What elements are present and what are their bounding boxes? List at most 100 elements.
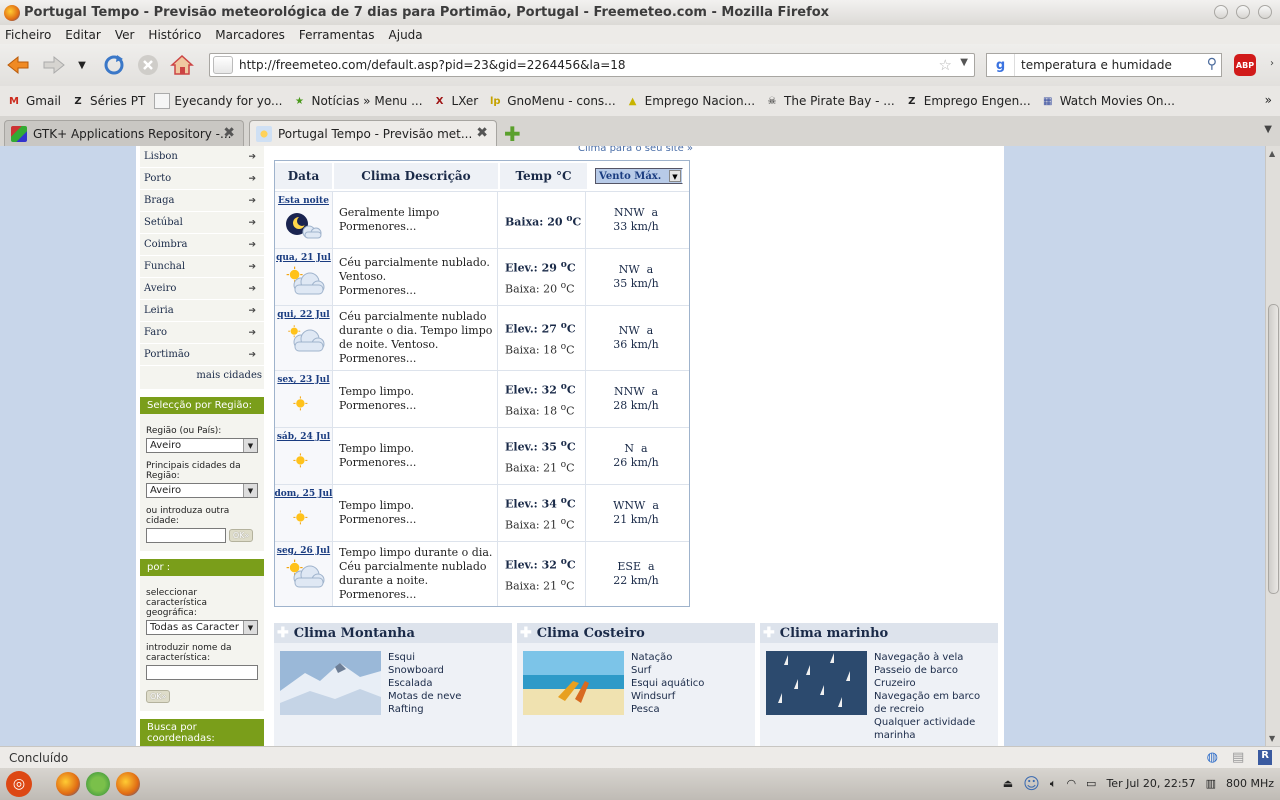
forecast-day-link[interactable]: dom, 25 Jul (275, 489, 333, 499)
activity-link[interactable]: Natação (631, 651, 704, 664)
activity-link[interactable]: Rafting (388, 703, 461, 716)
activity-link[interactable]: de recreio (874, 703, 980, 716)
url-dropdown-icon[interactable]: ▼ (960, 57, 968, 68)
expand-icon[interactable]: ✚ (763, 625, 775, 641)
more-cities-link[interactable]: mais cidades (140, 366, 264, 389)
box-title[interactable]: Clima Montanha (294, 626, 415, 641)
menu-ferramentas[interactable]: Ferramentas (299, 28, 375, 42)
city-link[interactable]: Lisbon ➔ (140, 146, 264, 168)
menu-ver[interactable]: Ver (115, 28, 135, 42)
battery-icon[interactable]: ▭ (1086, 777, 1096, 790)
url-text[interactable]: http://freemeteo.com/default.asp?pid=23&… (239, 58, 626, 72)
search-icon[interactable]: ⚲ (1207, 56, 1217, 72)
forecast-day-link[interactable]: seg, 26 Jul (277, 546, 330, 556)
firefox-window-icon[interactable] (116, 772, 140, 796)
city-link[interactable]: Faro ➔ (140, 322, 264, 344)
close-tab-icon[interactable]: ✖ (223, 125, 235, 141)
menu-historico[interactable]: Histórico (148, 28, 201, 42)
details-link[interactable]: Pormenores... (339, 284, 497, 298)
firefox-launcher-icon[interactable] (56, 772, 80, 796)
feature-name-input[interactable] (146, 665, 258, 680)
city-link[interactable]: Leiria ➔ (140, 300, 264, 322)
city-link[interactable]: Portimão ➔ (140, 344, 264, 366)
details-link[interactable]: Pormenores... (339, 399, 497, 413)
bookmark-item[interactable]: Z Emprego Engen... (904, 93, 1031, 109)
maximize-button[interactable] (1236, 5, 1250, 19)
scrollbar-thumb[interactable] (1268, 304, 1279, 594)
bookmark-item[interactable]: M Gmail (6, 93, 61, 109)
tab-gtk-repository[interactable]: GTK+ Applications Repository -... ✖ (4, 120, 244, 146)
forecast-day-link[interactable]: sex, 23 Jul (277, 375, 329, 385)
adblock-icon[interactable]: ABP (1234, 54, 1256, 76)
bookmark-item[interactable]: ▦ Watch Movies On... (1040, 93, 1175, 109)
messenger-icon[interactable] (86, 772, 110, 796)
other-city-ok-button[interactable]: OK» (228, 529, 254, 542)
vertical-scrollbar[interactable]: ▲ ▼ (1265, 146, 1280, 746)
region-select[interactable]: Aveiro ▼ (146, 438, 258, 453)
wind-select[interactable]: Vento Máx. ▼ (595, 168, 683, 184)
eject-icon[interactable]: ⏏ (1003, 777, 1013, 790)
search-box[interactable]: g temperatura e humidade ⚲ (986, 53, 1222, 77)
search-input[interactable]: temperatura e humidade (1021, 58, 1172, 72)
menu-ajuda[interactable]: Ajuda (389, 28, 423, 42)
back-button[interactable] (4, 51, 32, 79)
stop-button[interactable] (134, 51, 162, 79)
bookmark-item[interactable]: ★ Notícias » Menu ... (291, 93, 423, 109)
region-cities-select[interactable]: Aveiro ▼ (146, 483, 258, 498)
bookmark-item[interactable]: Z Séries PT (70, 93, 145, 109)
activity-link[interactable]: Snowboard (388, 664, 461, 677)
box-title[interactable]: Clima Costeiro (537, 626, 645, 641)
bookmarks-overflow-icon[interactable]: » (1265, 93, 1272, 107)
new-tab-icon[interactable]: ✚ (504, 122, 521, 146)
close-tab-icon[interactable]: ✖ (476, 125, 488, 141)
activity-link[interactable]: Esqui (388, 651, 461, 664)
details-link[interactable]: Pormenores... (339, 456, 497, 470)
weather-for-site-link[interactable]: Clima para o seu site » (578, 146, 693, 154)
city-link[interactable]: Setúbal ➔ (140, 212, 264, 234)
activity-link[interactable]: Surf (631, 664, 704, 677)
activity-link[interactable]: Passeio de barco (874, 664, 980, 677)
forecast-day-link[interactable]: qui, 22 Jul (277, 310, 329, 320)
bookmark-item[interactable]: ▲ Emprego Nacion... (625, 93, 755, 109)
url-bar[interactable]: http://freemeteo.com/default.asp?pid=23&… (209, 53, 975, 77)
mountain-photo[interactable] (280, 651, 381, 715)
ubuntu-menu-icon[interactable]: ◎ (6, 771, 32, 797)
user-status-icon[interactable]: ☺ (1023, 774, 1040, 793)
tab-list-icon[interactable]: ▼ (1264, 124, 1272, 135)
network-icon[interactable]: ◠ (1066, 777, 1076, 790)
details-link[interactable]: Pormenores... (339, 513, 497, 527)
other-city-input[interactable] (146, 528, 226, 543)
scroll-down-icon[interactable]: ▼ (1269, 734, 1275, 743)
volume-icon[interactable]: 🔈︎ (1050, 777, 1057, 791)
menu-editar[interactable]: Editar (65, 28, 101, 42)
details-link[interactable]: Pormenores... (339, 220, 497, 234)
cpu-frequency[interactable]: 800 MHz (1226, 777, 1274, 790)
activity-link[interactable]: Cruzeiro (874, 677, 980, 690)
notes-icon[interactable]: ▤ (1232, 750, 1244, 765)
tab-portugal-tempo[interactable]: Portugal Tempo - Previsão met... ✖ (249, 120, 497, 146)
activity-link[interactable]: Esqui aquático (631, 677, 704, 690)
history-dropdown[interactable]: ▼ (68, 51, 96, 79)
city-link[interactable]: Aveiro ➔ (140, 278, 264, 300)
activity-link[interactable]: Motas de neve (388, 690, 461, 703)
home-button[interactable] (168, 51, 196, 79)
feature-select[interactable]: Todas as Caracter ▼ (146, 620, 258, 635)
activity-link[interactable]: Qualquer actividade (874, 716, 980, 729)
bookmark-item[interactable]: ☠ The Pirate Bay - ... (764, 93, 895, 109)
forecast-day-link[interactable]: qua, 21 Jul (276, 253, 331, 263)
activity-link[interactable]: marinha (874, 729, 980, 742)
activity-link[interactable]: Navegação em barco (874, 690, 980, 703)
r-extension-icon[interactable]: R (1258, 750, 1272, 765)
beach-photo[interactable] (523, 651, 624, 715)
scroll-up-icon[interactable]: ▲ (1269, 149, 1275, 158)
activity-link[interactable]: Pesca (631, 703, 704, 716)
feature-ok-button[interactable]: OK» (146, 690, 171, 703)
details-link[interactable]: Pormenores... (339, 352, 497, 366)
toolbar-overflow-icon[interactable]: › (1270, 58, 1274, 69)
activity-link[interactable]: Escalada (388, 677, 461, 690)
box-title[interactable]: Clima marinho (780, 626, 888, 641)
site-identity-icon[interactable] (213, 56, 233, 74)
menu-ficheiro[interactable]: Ficheiro (5, 28, 51, 42)
bookmark-star-icon[interactable]: ☆ (939, 56, 952, 74)
google-engine-icon[interactable]: g (987, 54, 1015, 76)
